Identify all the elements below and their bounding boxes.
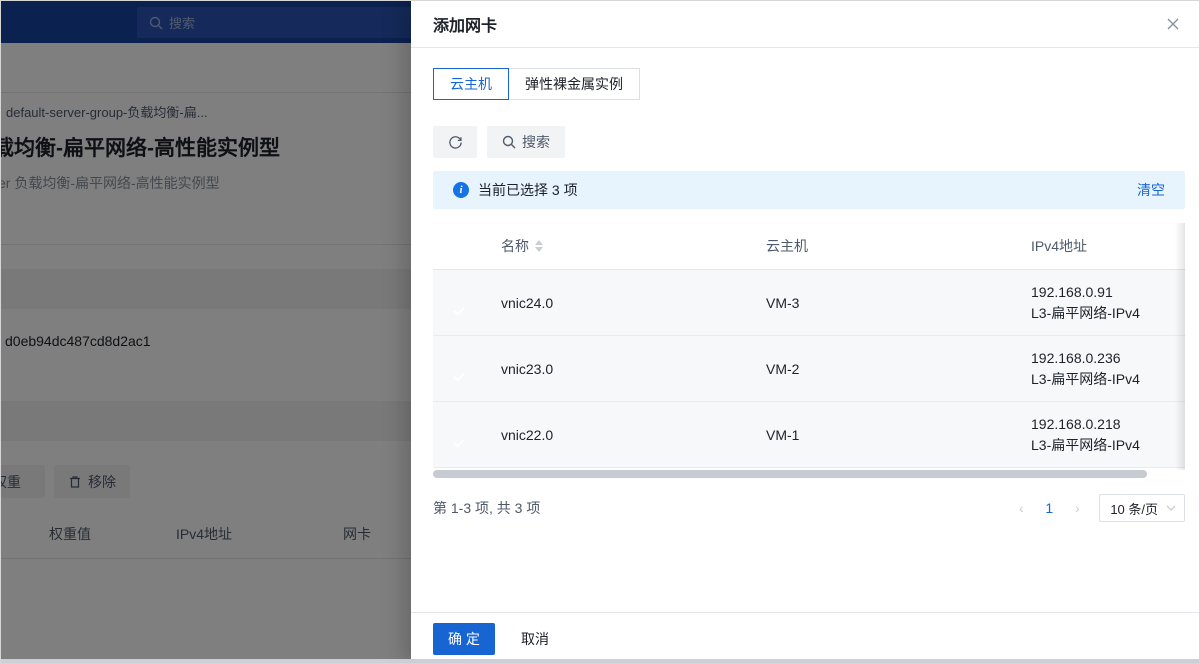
table-header-row: 名称 云主机 IPv4地址 xyxy=(433,223,1185,270)
page-number[interactable]: 1 xyxy=(1037,496,1061,520)
col-host: 云主机 xyxy=(766,236,1031,256)
col-ip: IPv4地址 xyxy=(1031,236,1185,256)
table-toolbar: 搜索 xyxy=(433,126,1185,158)
ip-address: 192.168.0.218 xyxy=(1031,414,1185,435)
sort-icon[interactable] xyxy=(535,240,543,252)
confirm-button[interactable]: 确 定 xyxy=(433,623,495,655)
instance-type-tabs: 云主机 弹性裸金属实例 xyxy=(433,68,1185,100)
info-icon: i xyxy=(453,182,469,198)
drawer-footer: 确 定 取消 xyxy=(411,612,1200,664)
next-page-icon[interactable]: › xyxy=(1065,496,1089,520)
table-row[interactable]: vnic22.0 VM-1 192.168.0.218 L3-扁平网络-IPv4 xyxy=(433,402,1185,468)
pagination-controls: ‹ 1 › 10 条/页 xyxy=(1009,494,1185,522)
selection-info-bar: i 当前已选择 3 项 清空 xyxy=(433,171,1185,209)
table-row[interactable]: vnic23.0 VM-2 192.168.0.236 L3-扁平网络-IPv4 xyxy=(433,336,1185,402)
vm-name: VM-2 xyxy=(766,361,1031,377)
nic-name: vnic23.0 xyxy=(501,361,766,377)
close-icon[interactable] xyxy=(1163,14,1183,34)
refresh-icon xyxy=(448,135,463,150)
tab-vm[interactable]: 云主机 xyxy=(433,68,509,100)
vm-name: VM-1 xyxy=(766,427,1031,443)
prev-page-icon[interactable]: ‹ xyxy=(1009,496,1033,520)
add-nic-drawer: 添加网卡 云主机 弹性裸金属实例 xyxy=(411,1,1200,664)
search-icon xyxy=(502,135,516,149)
nic-name: vnic22.0 xyxy=(501,427,766,443)
drawer-body: 云主机 弹性裸金属实例 搜索 xyxy=(411,48,1200,522)
horizontal-scrollbar xyxy=(433,470,1185,478)
chevron-down-icon xyxy=(1166,505,1176,512)
tab-baremetal[interactable]: 弹性裸金属实例 xyxy=(508,68,640,100)
drawer-title: 添加网卡 xyxy=(433,12,497,36)
refresh-button[interactable] xyxy=(433,126,477,158)
table-row[interactable]: vnic24.0 VM-3 192.168.0.91 L3-扁平网络-IPv4 xyxy=(433,270,1185,336)
window-bottom-edge xyxy=(1,659,1200,663)
network-name: L3-扁平网络-IPv4 xyxy=(1031,303,1185,324)
vm-name: VM-3 xyxy=(766,295,1031,311)
pagination: 第 1-3 项, 共 3 项 ‹ 1 › 10 条/页 xyxy=(433,494,1185,522)
horizontal-scrollbar-thumb[interactable] xyxy=(433,470,1147,478)
cancel-button[interactable]: 取消 xyxy=(521,629,549,649)
pagination-summary: 第 1-3 项, 共 3 项 xyxy=(433,498,540,518)
clear-selection-link[interactable]: 清空 xyxy=(1137,180,1165,200)
screenshot-viewport: 搜索 default-server-group-负载均衡-扁... 载均衡-扁平… xyxy=(0,0,1200,664)
background-page: 搜索 default-server-group-负载均衡-扁... 载均衡-扁平… xyxy=(1,1,421,664)
modal-overlay[interactable] xyxy=(1,1,421,664)
search-button[interactable]: 搜索 xyxy=(487,126,565,158)
drawer-header: 添加网卡 xyxy=(411,1,1200,48)
ip-address: 192.168.0.236 xyxy=(1031,348,1185,369)
page-size-select[interactable]: 10 条/页 xyxy=(1099,494,1185,522)
ip-address: 192.168.0.91 xyxy=(1031,282,1185,303)
network-name: L3-扁平网络-IPv4 xyxy=(1031,369,1185,390)
col-name: 名称 xyxy=(501,236,529,256)
nic-name: vnic24.0 xyxy=(501,295,766,311)
nic-table: 名称 云主机 IPv4地址 vnic24.0 VM-3 192.168.0.91… xyxy=(433,223,1185,478)
selection-count-text: 当前已选择 3 项 xyxy=(478,180,578,200)
network-name: L3-扁平网络-IPv4 xyxy=(1031,435,1185,456)
